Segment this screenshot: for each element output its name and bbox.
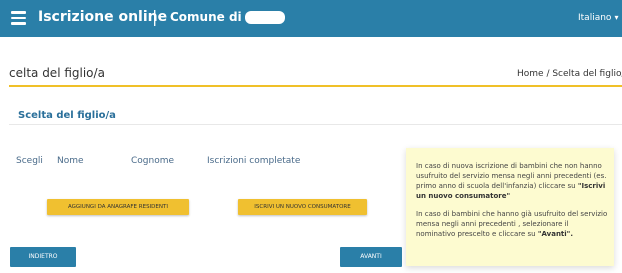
add-from-registry-button[interactable]: AGGIUNGI DA ANAGRAFE RESIDENTI	[47, 199, 189, 215]
breadcrumb: Home / Scelta del figlio/	[517, 69, 622, 79]
app-title: Iscrizione online	[38, 9, 168, 25]
breadcrumb-home-link[interactable]: Home	[517, 69, 544, 79]
column-header-iscrizioni: Iscrizioni completate	[207, 156, 301, 166]
new-consumer-button[interactable]: ISCRIVI UN NUOVO CONSUMATORE	[238, 199, 367, 215]
info-paragraph-existing: In caso di bambini che hanno già usufrui…	[416, 209, 608, 239]
column-header-nome: Nome	[57, 156, 84, 166]
column-header-scegli: Scegli	[16, 156, 43, 166]
section-title: Scelta del figlio/a	[18, 110, 116, 121]
menu-icon[interactable]	[11, 11, 26, 25]
comune-label-text: Comune di	[170, 10, 242, 24]
info-strong-existing: "Avanti".	[537, 230, 573, 238]
comune-name-redacted	[244, 11, 285, 24]
info-paragraph-new: In caso di nuova iscrizione di bambini c…	[416, 161, 608, 201]
chevron-down-icon: ▾	[614, 13, 619, 22]
next-button[interactable]: AVANTI	[340, 247, 402, 267]
info-box: In caso di nuova iscrizione di bambini c…	[406, 148, 614, 266]
language-selector[interactable]: Italiano ▾	[578, 13, 618, 23]
header-separator: |	[152, 7, 158, 26]
section-divider	[9, 124, 622, 125]
back-button[interactable]: INDIETRO	[10, 247, 76, 267]
breadcrumb-current: Scelta del figlio/	[552, 69, 622, 79]
title-divider	[9, 85, 622, 87]
comune-label: Comune di	[170, 10, 285, 24]
page-title: celta del figlio/a	[9, 66, 105, 80]
info-text-existing: In caso di bambini che hanno già usufrui…	[416, 210, 608, 238]
language-label: Italiano	[578, 13, 612, 23]
column-header-cognome: Cognome	[131, 156, 175, 166]
top-navbar: Iscrizione online | Comune di Italiano ▾	[0, 0, 622, 37]
